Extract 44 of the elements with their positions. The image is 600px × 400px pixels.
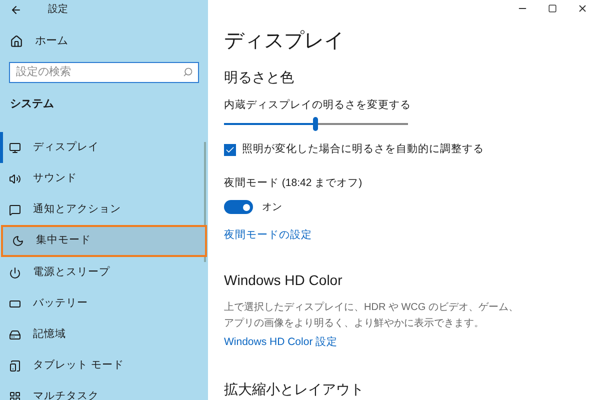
search-field[interactable]: 設定の検索 [9,62,199,82]
section-heading: Windows HD Color [224,271,344,290]
nav-item[interactable]: 電源とスリープ [0,257,208,288]
toggle-switch[interactable] [224,200,253,214]
tablet-icon [9,360,21,372]
close-icon[interactable] [577,3,588,14]
maximize-icon[interactable] [548,4,557,14]
nav-item[interactable]: 集中モード [1,225,207,257]
moon-icon [12,235,24,247]
section-heading: 明るさと色 [224,68,295,88]
nav-item[interactable]: サウンド [0,163,208,194]
home-icon [10,34,23,48]
page-title: ディスプレイ [224,31,345,52]
back-icon[interactable] [10,4,22,16]
drive-icon [9,328,21,340]
scrollbar[interactable] [204,142,206,262]
toggle-state: オン [262,200,282,214]
speaker-icon [9,172,21,184]
slider-thumb[interactable] [313,116,318,131]
search-icon [183,66,193,76]
home-link[interactable]: ホーム [35,33,68,50]
nav-item[interactable]: 記憶域 [0,319,208,350]
battery-icon [9,298,21,310]
section-heading: 拡大縮小とレイアウト [224,380,365,399]
power-icon [9,266,21,278]
hd-color-link[interactable]: Windows HD Color 設定 [224,335,338,351]
slider-label: 内蔵ディスプレイの明るさを変更する [224,98,412,114]
description: 上で選択したディスプレイに、HDR や WCG のビデオ、ゲーム、アプリの画像をより明るく、より鮮やかに表示できます。 [224,300,520,332]
check-icon [225,144,235,155]
section-heading: システム [9,96,55,112]
brightness-slider[interactable] [224,118,408,130]
night-mode-link[interactable]: 夜間モードの設定 [224,228,312,244]
nav-item[interactable]: ディスプレイ [0,132,208,163]
nav-item[interactable]: 通知とアクション [0,194,208,225]
window-title: 設定 [48,2,68,17]
message-icon [9,204,21,216]
nav-item[interactable]: バッテリー [0,288,208,319]
checkbox[interactable] [224,144,236,156]
nav-item[interactable]: マルチタスク [0,381,208,400]
grid-icon [9,390,21,400]
nav-item[interactable]: タブレット モード [0,350,208,381]
monitor-icon [9,142,21,154]
checkbox-label: 照明が変化した場合に明るさを自動的に調整する [242,142,484,157]
night-mode-label: 夜間モード (18:42 までオフ) [224,176,364,191]
